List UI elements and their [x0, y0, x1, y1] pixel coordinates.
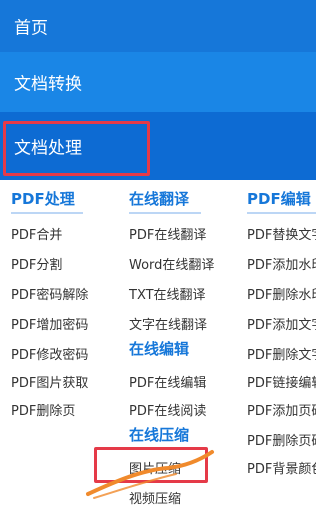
- menu-item[interactable]: Word在线翻译: [129, 254, 214, 273]
- menu-item[interactable]: PDF链接编辑: [247, 372, 316, 391]
- menu-item[interactable]: PDF删除文字: [247, 344, 316, 363]
- nav-item-home[interactable]: 首页: [0, 0, 316, 52]
- menu-item[interactable]: PDF在线编辑: [129, 372, 206, 391]
- menu-item[interactable]: PDF删除页码: [247, 430, 316, 449]
- menu-item[interactable]: PDF修改密码: [11, 344, 88, 363]
- section-heading-online-translate: 在线翻译: [129, 188, 201, 214]
- menu-item[interactable]: TXT在线翻译: [129, 284, 206, 303]
- menu-item[interactable]: PDF在线翻译: [129, 224, 206, 243]
- menu-item[interactable]: PDF替换文字: [247, 224, 316, 243]
- menu-item[interactable]: PDF添加页码: [247, 400, 316, 419]
- menu-item[interactable]: PDF密码解除: [11, 284, 88, 303]
- menu-column-pdf-edit: PDF编辑 PDF替换文字 PDF添加水印 PDF删除水印 PDF添加文字 PD…: [247, 180, 316, 512]
- highlight-box: [94, 447, 208, 483]
- menu-item[interactable]: PDF添加水印: [247, 254, 316, 273]
- menu-item[interactable]: 文字在线翻译: [129, 314, 207, 333]
- section-heading-pdf-edit: PDF编辑: [247, 188, 316, 214]
- section-heading-pdf-process: PDF处理: [11, 188, 83, 214]
- nav-item-label: 首页: [14, 18, 48, 39]
- menu-item[interactable]: PDF图片获取: [11, 372, 88, 391]
- menu-item[interactable]: PDF分割: [11, 254, 62, 273]
- menu-item-video-compress[interactable]: 视频压缩: [129, 488, 181, 507]
- nav-item-label: 文档转换: [14, 74, 82, 95]
- menu-item[interactable]: PDF背景颜色: [247, 458, 316, 477]
- menu-item[interactable]: PDF在线阅读: [129, 400, 206, 419]
- menu-item[interactable]: PDF合并: [11, 224, 62, 243]
- menu-item[interactable]: PDF删除水印: [247, 284, 316, 303]
- menu-item[interactable]: PDF添加文字: [247, 314, 316, 333]
- nav-item-doc-convert[interactable]: 文档转换: [0, 52, 316, 112]
- menu-item[interactable]: PDF删除页: [11, 400, 75, 419]
- section-heading-online-edit: 在线编辑: [129, 340, 190, 358]
- menu-item[interactable]: PDF增加密码: [11, 314, 88, 333]
- section-heading-online-compress: 在线压缩: [129, 426, 190, 444]
- highlight-box: [3, 121, 150, 176]
